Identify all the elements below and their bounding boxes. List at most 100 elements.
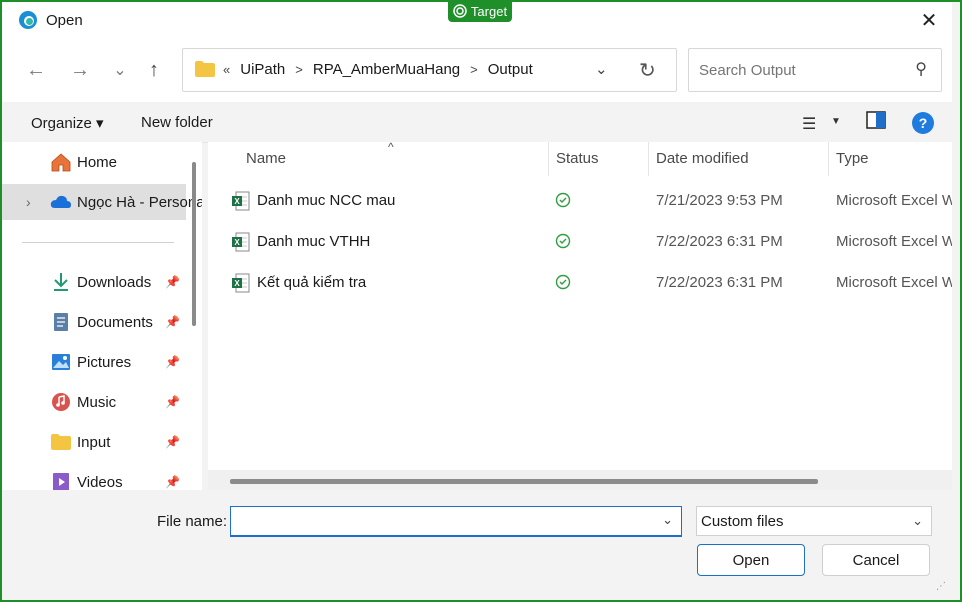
sidebar-item-home[interactable]: Home [2,144,186,180]
breadcrumb-rpa-ambermuahang[interactable]: RPA_AmberMuaHang [313,61,460,78]
back-arrow-icon: ← [26,58,46,81]
folder-icon [50,432,72,452]
file-row[interactable]: X Danh muc NCC mau 7/21/2023 9:53 PM Mic… [222,182,952,220]
sidebar-item-pictures[interactable]: Pictures 📌 [2,344,186,380]
pin-icon[interactable]: 📌 [165,435,180,449]
documents-icon [50,312,72,332]
sidebar-item-onedrive[interactable]: › Ngọc Hà - Personal [2,184,202,220]
horizontal-scrollbar-thumb[interactable] [230,479,818,484]
sidebar-item-label: Input [77,433,111,451]
navigation-pane: Home › Ngọc Hà - Personal Downloads 📌 Do… [2,142,202,490]
window-title: Open [46,12,83,29]
organize-button[interactable]: Organize ▾ [31,114,104,132]
music-icon [50,392,72,412]
sidebar-item-documents[interactable]: Documents 📌 [2,304,186,340]
file-type-filter-select[interactable]: Custom files ⌄ [696,506,932,536]
back-button[interactable]: ← [22,56,50,84]
chevron-down-icon[interactable]: ⌄ [662,512,673,528]
edge-browser-icon [19,11,37,29]
address-bar[interactable]: « UiPath > RPA_AmberMuaHang > Output ⌄ ↻ [182,48,677,92]
pin-icon[interactable]: 📌 [165,355,180,369]
dialog-footer: File name: ⌄ Custom files ⌄ Open Cancel … [2,490,952,596]
sidebar-item-music[interactable]: Music 📌 [2,384,186,420]
forward-arrow-icon: → [70,58,90,81]
file-row[interactable]: X Kết quả kiểm tra 7/22/2023 6:31 PM Mic… [222,264,952,302]
forward-button[interactable]: → [66,56,94,84]
synced-status-icon [555,233,571,249]
sidebar-item-label: Videos [77,473,123,491]
file-date-modified: 7/22/2023 6:31 PM [656,233,783,250]
cancel-button[interactable]: Cancel [822,544,930,576]
sidebar-item-videos[interactable]: Videos 📌 [2,464,186,490]
refresh-icon[interactable]: ↻ [639,58,656,83]
search-icon[interactable]: ⚲ [915,59,927,79]
file-row[interactable]: X Danh muc VTHH 7/22/2023 6:31 PM Micros… [222,223,952,261]
file-type-filter-value: Custom files [701,513,784,530]
close-icon: ✕ [920,9,938,32]
svg-text:X: X [234,197,240,206]
breadcrumb: « UiPath > RPA_AmberMuaHang > Output [223,61,533,78]
new-folder-button[interactable]: New folder [141,114,213,131]
command-bar: Organize ▾ New folder ☰ ▼ ? [2,102,952,143]
search-input[interactable] [697,59,901,81]
file-date-modified: 7/21/2023 9:53 PM [656,192,783,209]
resize-grip-icon[interactable]: ⋰ [936,581,946,592]
sidebar-item-input[interactable]: Input 📌 [2,424,186,460]
view-list-icon[interactable]: ☰ [802,114,816,134]
sidebar-item-label: Downloads [77,273,152,291]
chevron-right-icon[interactable]: › [26,194,31,210]
pin-icon[interactable]: 📌 [165,315,180,329]
breadcrumb-output[interactable]: Output [488,61,533,78]
breadcrumb-separator-icon[interactable]: > [470,62,478,77]
breadcrumb-uipath[interactable]: UiPath [240,61,285,78]
pin-icon[interactable]: 📌 [165,475,180,489]
file-name-input[interactable] [237,511,651,533]
synced-status-icon [555,192,571,208]
file-date-modified: 7/22/2023 6:31 PM [656,274,783,291]
download-icon [50,272,72,292]
excel-file-icon: X [232,191,250,211]
column-header-type[interactable]: Type [836,150,869,167]
up-button[interactable]: ↑ [140,56,168,84]
sidebar-item-downloads[interactable]: Downloads 📌 [2,264,186,300]
pin-icon[interactable]: 📌 [165,275,180,289]
column-header-status[interactable]: Status [556,150,599,167]
file-name: Danh muc VTHH [257,233,371,250]
file-type: Microsoft Excel Worksheet [836,233,952,250]
search-box[interactable]: ⚲ [688,48,942,92]
sidebar-divider [22,242,174,243]
file-list: ^ Name Status Date modified Type X Danh … [208,142,952,490]
sidebar-scrollbar[interactable] [192,162,196,326]
column-divider[interactable] [548,142,549,176]
svg-text:X: X [234,238,240,247]
column-divider[interactable] [828,142,829,176]
breadcrumb-overflow[interactable]: « [223,62,230,77]
synced-status-icon [555,274,571,290]
pin-icon[interactable]: 📌 [165,395,180,409]
onedrive-cloud-icon [50,192,72,212]
excel-file-icon: X [232,232,250,252]
breadcrumb-separator-icon[interactable]: > [295,62,303,77]
target-badge-label: Target [470,3,508,19]
chevron-down-icon: ⌄ [912,513,923,528]
folder-icon [195,61,215,77]
column-header-name[interactable]: Name [246,150,286,167]
column-header-date-modified[interactable]: Date modified [656,150,749,167]
up-arrow-icon: ↑ [149,58,159,81]
open-button[interactable]: Open [697,544,805,576]
recent-locations-button[interactable]: ⌄ [106,56,134,84]
sidebar-item-label: Music [77,393,117,411]
preview-pane-icon[interactable] [866,111,886,129]
target-badge: Target [448,0,512,22]
view-options-dropdown-icon[interactable]: ▼ [831,116,841,127]
help-icon[interactable]: ? [912,112,934,134]
file-name-combobox[interactable]: ⌄ [230,506,682,537]
svg-text:X: X [234,279,240,288]
target-icon [453,4,467,18]
chevron-down-icon: ⌄ [113,62,127,79]
pictures-icon [50,352,72,372]
column-divider[interactable] [648,142,649,176]
close-button[interactable]: ✕ [914,6,944,34]
sidebar-item-label: Home [77,153,118,171]
address-dropdown-icon[interactable]: ⌄ [595,60,608,78]
